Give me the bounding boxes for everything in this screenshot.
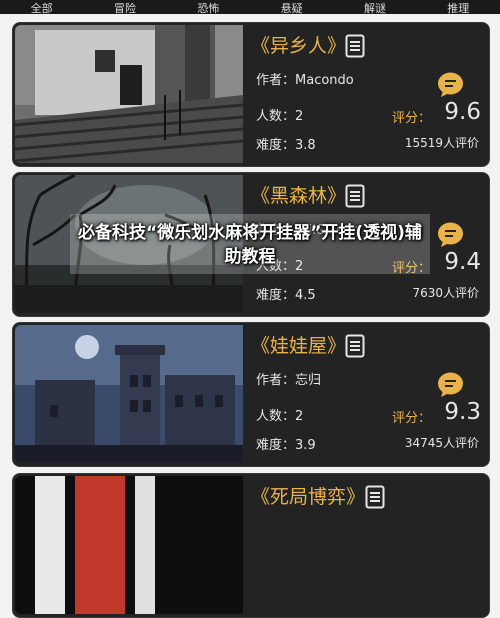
score-value: 9.3	[444, 399, 481, 425]
difficulty-label: 难度：	[256, 438, 296, 453]
card-title[interactable]: 《异乡人》	[251, 31, 346, 58]
top-nav: 全部 冒险 恐怖 悬疑 解谜 推理	[0, 0, 500, 14]
chat-bubble-icon[interactable]	[437, 371, 464, 398]
players-row: 人数：2	[256, 405, 303, 424]
author-row: 作者：Macondo	[256, 69, 354, 88]
difficulty-value: 3.8	[295, 138, 316, 153]
chat-bubble-icon[interactable]	[437, 221, 464, 248]
players-label: 人数：	[256, 109, 296, 124]
cover-image	[15, 325, 243, 463]
difficulty-row: 难度：3.9	[256, 434, 316, 453]
card-title[interactable]: 《黑森林》	[251, 181, 346, 208]
author-value: 忘归	[295, 373, 322, 388]
script-card[interactable]: 《死局博弈》	[12, 473, 490, 618]
review-count: 15519人评价	[404, 136, 479, 150]
review-count: 34745人评价	[404, 436, 479, 450]
nav-tab-horror[interactable]: 恐怖	[197, 3, 219, 14]
author-label: 作者：	[256, 73, 296, 88]
score-value: 9.6	[444, 99, 481, 125]
cover-image	[15, 476, 243, 614]
difficulty-label: 难度：	[256, 288, 296, 303]
document-icon[interactable]	[345, 184, 365, 208]
difficulty-row: 难度：4.5	[256, 284, 316, 303]
players-value: 2	[295, 409, 304, 424]
card-title[interactable]: 《娃娃屋》	[251, 331, 346, 358]
author-row: 作者：忘归	[256, 369, 321, 388]
players-label: 人数：	[256, 409, 296, 424]
nav-tab-all[interactable]: 全部	[31, 3, 53, 14]
score-label: 评分：	[391, 411, 431, 426]
script-card[interactable]: 《异乡人》 作者：Macondo 人数：2 评分： 9.6 难度：3.8 155…	[12, 22, 490, 167]
author-label: 作者：	[256, 373, 296, 388]
document-icon[interactable]	[365, 485, 385, 509]
nav-tab-puzzle[interactable]: 解谜	[364, 3, 386, 14]
document-icon[interactable]	[345, 34, 365, 58]
nav-tab-adventure[interactable]: 冒险	[114, 3, 136, 14]
chat-bubble-icon[interactable]	[437, 71, 464, 98]
nav-tab-suspense[interactable]: 悬疑	[281, 3, 303, 14]
card-title[interactable]: 《死局博弈》	[251, 482, 365, 509]
cover-image	[15, 25, 243, 163]
players-row: 人数：2	[256, 105, 303, 124]
score-label: 评分：	[391, 111, 431, 126]
script-card[interactable]: 《娃娃屋》 作者：忘归 人数：2 评分： 9.3 难度：3.9 34745人评价	[12, 322, 490, 467]
review-count: 7630人评价	[412, 286, 479, 300]
difficulty-value: 4.5	[295, 288, 316, 303]
difficulty-value: 3.9	[295, 438, 316, 453]
difficulty-label: 难度：	[256, 138, 296, 153]
document-icon[interactable]	[345, 334, 365, 358]
difficulty-row: 难度：3.8	[256, 134, 316, 153]
nav-tab-reasoning[interactable]: 推理	[447, 3, 469, 14]
score-value: 9.4	[444, 249, 481, 275]
overlay-banner-text: 必备科技“微乐划水麻将开挂器”开挂(透视)辅助教程	[78, 223, 422, 267]
author-value: Macondo	[295, 73, 354, 88]
players-value: 2	[295, 109, 304, 124]
